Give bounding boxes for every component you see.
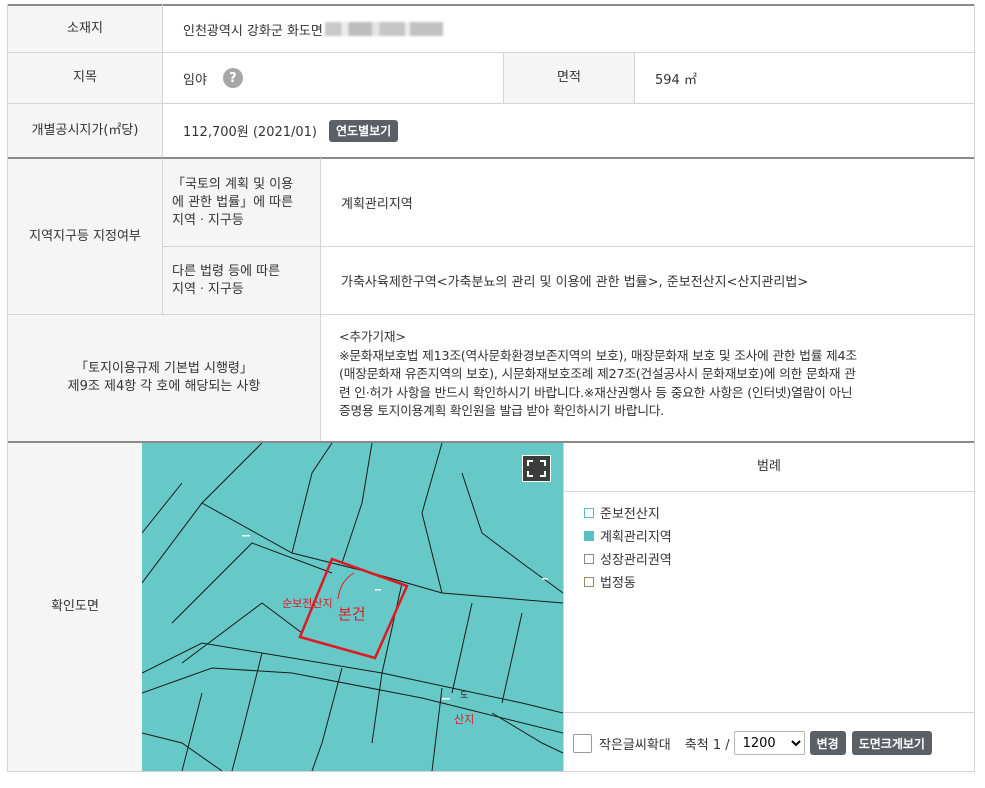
area-value: 594 ㎡: [655, 72, 697, 88]
legend-label: 계획관리지역: [600, 530, 672, 545]
location-label: 소재지: [8, 6, 162, 52]
legend-item-2: 계획관리지역: [584, 526, 672, 545]
zoning-sub1-line-1: 「국토의 계획 및 이용: [172, 176, 294, 192]
cadastral-map[interactable]: 본건 순보전산지 도 산지: [142, 443, 563, 771]
zoning-sub2-value: 가축사육제한구역<가축분뇨의 관리 및 이용에 관한 법률>, 준보전산지<산지…: [341, 275, 809, 290]
enforcement-line-4: 련 인·허가 사항을 반드시 확인하시기 바랍니다.※재산권행사 등 중요한 사…: [339, 384, 853, 400]
legend-title: 범례: [757, 459, 781, 474]
zoning-sub1-line-3: 지역ㆍ지구등: [172, 212, 244, 228]
zoning-sub1-line-2: 에 관한 법률」에 따른: [172, 194, 294, 210]
enforcement-label-line-2: 제9조 제4항 각 호에 해당되는 사항: [67, 379, 261, 394]
zoning-sub1-value: 계획관리지역: [341, 197, 413, 212]
small-text-label: 작은글씨확대: [599, 737, 671, 753]
location-value: 인천광역시 강화군 화도면: [163, 6, 974, 52]
enlarge-map-button[interactable]: 도면크게보기: [851, 731, 932, 755]
enforcement-line-1: <추가기재>: [339, 329, 406, 344]
map-label-road: 도: [460, 691, 469, 701]
price-value: 112,700원 (2021/01) 연도별보기: [163, 104, 974, 157]
enforcement-value: <추가기재> ※문화재보호법 제13조(역사문화환경보존지역의 보호), 매장문…: [339, 328, 969, 421]
area-label: 면적: [504, 53, 634, 103]
enforcement-line-5: 증명용 토지이용계획 확인원을 발급 받아 확인하시기 바랍니다.: [339, 403, 665, 418]
map-controls: 작은글씨확대 축척 1 / 1200 변경 도면크게보기: [573, 731, 932, 755]
enforcement-label-line-1: 「토지이용규제 기본법 시행령」: [75, 361, 253, 376]
fullscreen-icon[interactable]: [522, 455, 551, 482]
yearly-view-button[interactable]: 연도별보기: [329, 119, 399, 142]
legend-swatch-icon: [584, 507, 594, 518]
location-text: 인천광역시 강화군 화도면: [183, 23, 323, 39]
legend-swatch-icon: [584, 576, 594, 587]
enforcement-line-2: ※문화재보호법 제13조(역사문화환경보존지역의 보호), 매장문화재 보호 및…: [339, 347, 857, 363]
enforcement-label: 「토지이용규제 기본법 시행령」 제9조 제4항 각 호에 해당되는 사항: [8, 315, 320, 441]
scale-select[interactable]: 1200: [733, 731, 805, 755]
scale-label: 축척 1 /: [684, 737, 730, 753]
legend-label: 준보전산지: [600, 507, 660, 522]
legend-item-3: 성장관리권역: [584, 549, 672, 568]
zoning-sub2-line-2: 지역ㆍ지구등: [172, 281, 244, 297]
legend-swatch-icon: [584, 530, 594, 541]
map-label: 확인도면: [8, 443, 142, 771]
map-label-parcel: 본건: [338, 605, 366, 623]
zoning-sub1-label: 「국토의 계획 및 이용 에 관한 법률」에 따른 지역ㆍ지구등: [163, 159, 320, 246]
legend-swatch-icon: [584, 553, 594, 564]
legend-item-1: 준보전산지: [584, 503, 660, 522]
masked-address: [324, 22, 443, 36]
price-label: 개별공시지가(㎡당): [8, 104, 162, 157]
land-category-label: 지목: [8, 53, 162, 103]
map-label-mountain: 산지: [454, 713, 475, 726]
map-label-forest: 순보전산지: [282, 597, 333, 610]
zoning-sub2-line-1: 다른 법령 등에 따른: [172, 263, 281, 279]
help-icon[interactable]: ?: [222, 68, 243, 88]
legend-item-4: 법정동: [584, 572, 636, 591]
zoning-label: 지역지구등 지정여부: [8, 159, 162, 314]
zoning-sub2-label: 다른 법령 등에 따른 지역ㆍ지구등: [163, 247, 320, 314]
small-text-checkbox[interactable]: [573, 733, 592, 753]
land-category-value: 임야 ?: [163, 53, 503, 103]
land-category-text: 임야: [183, 72, 207, 88]
price-text: 112,700원 (2021/01): [183, 125, 318, 140]
legend-label: 성장관리권역: [600, 553, 672, 568]
legend-panel: [563, 443, 974, 771]
enforcement-line-3: (매장문화재 유존지역의 보호), 시문화재보호조례 제27조(건설공사시 문화…: [339, 366, 856, 381]
legend-label: 법정동: [600, 576, 636, 591]
change-scale-button[interactable]: 변경: [809, 731, 846, 755]
